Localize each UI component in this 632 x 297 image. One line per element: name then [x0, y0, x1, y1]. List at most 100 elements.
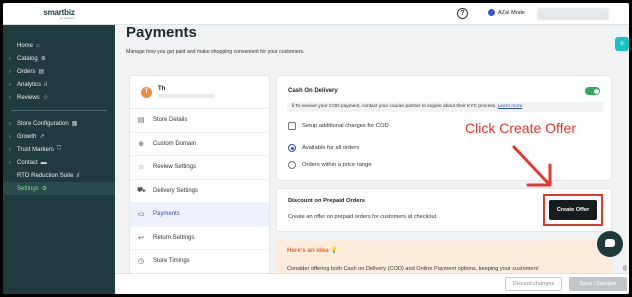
mode-label: AZaI Mode	[498, 9, 525, 16]
menu-item-delivery-settings[interactable]: ⛟ Delivery Settings	[130, 180, 269, 203]
checkbox-icon	[288, 122, 296, 130]
cod-title: Cash On Delivery	[288, 88, 338, 94]
sidebar-nav-secondary: › Store Configuration ▦ › Growth ↗ › Tru…	[3, 117, 115, 195]
sidebar-item-analytics[interactable]: › Analytics ıl	[3, 78, 115, 91]
logo-bar: smartbiz by amazon	[3, 3, 115, 25]
mode-toggle[interactable]: AZaI Mode	[488, 9, 525, 16]
sidebar-item-label: Orders	[17, 68, 36, 75]
sidebar-item-trust-markers[interactable]: › Trust Markers ⛉	[3, 143, 115, 156]
menu-item-label: Store Details	[153, 117, 188, 124]
menu-item-return-settings[interactable]: ↩ Return Settings	[130, 227, 269, 250]
create-offer-button[interactable]: Create Offer	[549, 200, 597, 220]
chevron-right-icon: ›	[9, 133, 11, 140]
chat-icon: ▬	[40, 159, 47, 166]
store-url-redacted	[158, 94, 214, 98]
assistant-icon[interactable]: ✧	[615, 37, 629, 51]
sidebar-item-settings[interactable]: Settings ⚙	[3, 182, 115, 195]
radio-selected-icon	[288, 144, 296, 152]
gear-icon: ⚙	[41, 186, 48, 192]
menu-item-label: Review Settings	[153, 164, 197, 171]
annotation-arrow-icon	[512, 145, 552, 187]
idea-text: Consider offering both Cash on Delivery …	[287, 266, 540, 272]
globe-icon: ⊕	[138, 140, 144, 148]
menu-item-label: Payments	[153, 211, 180, 218]
document-icon: ▤	[137, 117, 145, 125]
top-bar: ? AZaI Mode	[115, 3, 629, 25]
idea-title: Here's an idea 💡	[287, 247, 339, 254]
logo[interactable]: smartbiz by amazon	[43, 8, 75, 20]
radio-label: Available for all orders	[302, 145, 360, 151]
mode-icon	[488, 9, 495, 16]
menu-item-payments[interactable]: ▭ Payments	[130, 203, 269, 227]
chart-icon: ıl	[76, 172, 80, 179]
catalog-icon: ⊕	[40, 56, 46, 62]
star-icon: ☆	[42, 95, 49, 101]
radio-all-orders[interactable]: Available for all orders	[288, 144, 359, 152]
store-icon: ▦	[71, 121, 78, 127]
annotation-callout: Click Create Offer	[465, 120, 576, 136]
discard-changes-button[interactable]: Discard changes	[505, 277, 562, 291]
clock-icon: ◷	[137, 258, 145, 266]
prepaid-title: Discount on Prepaid Orders	[288, 198, 365, 204]
chevron-right-icon: ›	[9, 81, 11, 88]
sidebar-item-store-configuration[interactable]: › Store Configuration ▦	[3, 117, 115, 130]
return-icon: ↩	[138, 234, 144, 242]
page-title: Payments	[126, 24, 197, 41]
sidebar-item-contact[interactable]: › Contact ▬	[3, 156, 115, 169]
help-icon[interactable]: ?	[457, 8, 468, 19]
chevron-right-icon: ›	[9, 146, 11, 153]
chevron-right-icon: ›	[9, 120, 11, 127]
truck-icon: ⛟	[137, 187, 146, 195]
menu-item-custom-domain[interactable]: ⊕ Custom Domain	[130, 133, 269, 156]
prepaid-discount-card: Discount on Prepaid Orders Create an off…	[276, 188, 612, 232]
scrollbar[interactable]	[623, 265, 627, 271]
growth-icon: ↗	[39, 134, 45, 140]
menu-item-review-settings[interactable]: ☆ Review Settings	[130, 156, 269, 180]
sidebar-item-growth[interactable]: › Growth ↗	[3, 130, 115, 143]
sidebar-item-reviews[interactable]: › Reviews ☆	[3, 91, 115, 104]
sidebar-item-label: Reviews	[17, 94, 40, 101]
card-icon: ▭	[137, 211, 145, 219]
chevron-right-icon: ›	[9, 55, 11, 62]
sidebar-item-orders[interactable]: › Orders ▤	[3, 65, 115, 78]
sidebar-item-label: Settings	[17, 185, 39, 192]
sidebar-item-rto-reduction-suite[interactable]: RTO Reduction Suite ıl	[3, 169, 115, 182]
sidebar-divider	[11, 110, 107, 111]
chat-support-icon[interactable]	[597, 231, 623, 257]
prepaid-subtitle: Create an offer on prepaid orders for cu…	[288, 214, 438, 220]
menu-item-label: Custom Domain	[153, 140, 197, 147]
sidebar-nav: Home ⌂ › Catalog ⊕ › Orders ▤ › Analytic…	[3, 39, 115, 104]
app-window: smartbiz by amazon Home ⌂ › Catalog ⊕ › …	[3, 3, 629, 294]
sidebar-item-catalog[interactable]: › Catalog ⊕	[3, 52, 115, 65]
shield-icon: ⛉	[56, 146, 62, 152]
orders-icon: ▤	[38, 69, 45, 75]
radio-price-range[interactable]: Orders within a price range	[288, 161, 372, 169]
sidebar-item-label: Home	[17, 42, 34, 49]
radio-unselected-icon	[288, 161, 296, 169]
sidebar-item-label: Analytics	[17, 81, 42, 88]
sidebar-item-label: Store Configuration	[17, 120, 69, 127]
page-subtitle: Manage how you get paid and make shoppin…	[126, 49, 305, 55]
store-name: Th	[158, 86, 166, 92]
footer-bar: Discard changes Save Changes	[115, 273, 629, 294]
home-icon: ⌂	[36, 42, 40, 49]
sidebar-item-label: Trust Markers	[17, 146, 54, 153]
cod-toggle[interactable]	[585, 87, 600, 95]
sidebar-item-home[interactable]: Home ⌂	[3, 39, 115, 52]
user-menu[interactable]	[537, 8, 609, 20]
menu-item-label: Store Timings	[153, 258, 190, 265]
cod-charges-checkbox[interactable]: Setup additional charges for COD	[288, 122, 389, 130]
settings-menu-card: T Th ▤ Store Details ⊕ Custom Domain ☆ R…	[129, 75, 270, 275]
learn-more-link[interactable]: Learn more	[498, 104, 523, 109]
cod-info-banner: ℹ To receive your COD payment, contact y…	[287, 102, 603, 112]
analytics-icon: ıl	[44, 81, 48, 88]
info-icon: ℹ	[292, 104, 294, 109]
save-changes-button[interactable]: Save Changes	[569, 277, 627, 291]
menu-item-store-details[interactable]: ▤ Store Details	[130, 109, 269, 133]
sidebar-item-label: Growth	[17, 133, 37, 140]
menu-item-store-timings[interactable]: ◷ Store Timings	[130, 250, 269, 274]
sidebar-item-label: Catalog	[17, 55, 38, 62]
sidebar: smartbiz by amazon Home ⌂ › Catalog ⊕ › …	[3, 3, 115, 294]
chevron-right-icon: ›	[9, 159, 11, 166]
chevron-right-icon: ›	[9, 94, 11, 101]
